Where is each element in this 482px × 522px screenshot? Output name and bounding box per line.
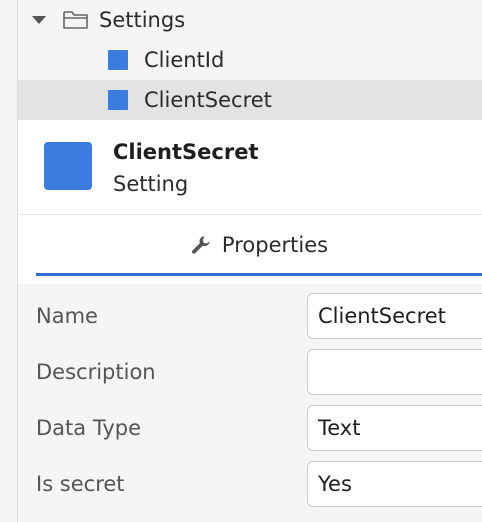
tab-properties-label: Properties <box>221 232 329 257</box>
name-field[interactable]: ClientSecret <box>307 293 482 339</box>
element-title: ClientSecret <box>113 140 259 164</box>
tree-item-label: ClientId <box>144 48 225 72</box>
element-header: ClientSecret Setting <box>18 120 482 215</box>
properties-panel: Settings ClientId ClientSecret ClientSec… <box>0 0 482 522</box>
description-label: Description <box>36 360 156 384</box>
is-secret-select[interactable]: Yes <box>307 461 482 507</box>
setting-large-icon <box>44 142 92 190</box>
tree-item-clientid[interactable]: ClientId <box>18 40 482 80</box>
setting-icon <box>108 50 128 70</box>
tree-item-label: ClientSecret <box>144 88 272 112</box>
name-label: Name <box>36 304 98 328</box>
settings-tree: Settings ClientId ClientSecret <box>18 0 482 120</box>
left-gutter <box>0 0 18 522</box>
tree-folder-settings[interactable]: Settings <box>18 0 482 40</box>
tab-bar: Properties <box>18 216 482 276</box>
properties-form: Name ClientSecret Description Data Type … <box>18 284 482 522</box>
data-type-label: Data Type <box>36 416 142 440</box>
is-secret-label: Is secret <box>36 472 125 496</box>
data-type-select[interactable]: Text <box>307 405 482 451</box>
folder-icon <box>63 10 89 30</box>
setting-icon <box>108 90 128 110</box>
tab-properties[interactable]: Properties <box>36 216 482 276</box>
expand-caret-icon[interactable] <box>32 16 46 24</box>
tree-folder-label: Settings <box>99 8 186 32</box>
description-field[interactable] <box>307 349 482 395</box>
element-type: Setting <box>113 172 189 196</box>
tree-item-clientsecret[interactable]: ClientSecret <box>18 80 482 120</box>
wrench-icon <box>190 234 212 256</box>
